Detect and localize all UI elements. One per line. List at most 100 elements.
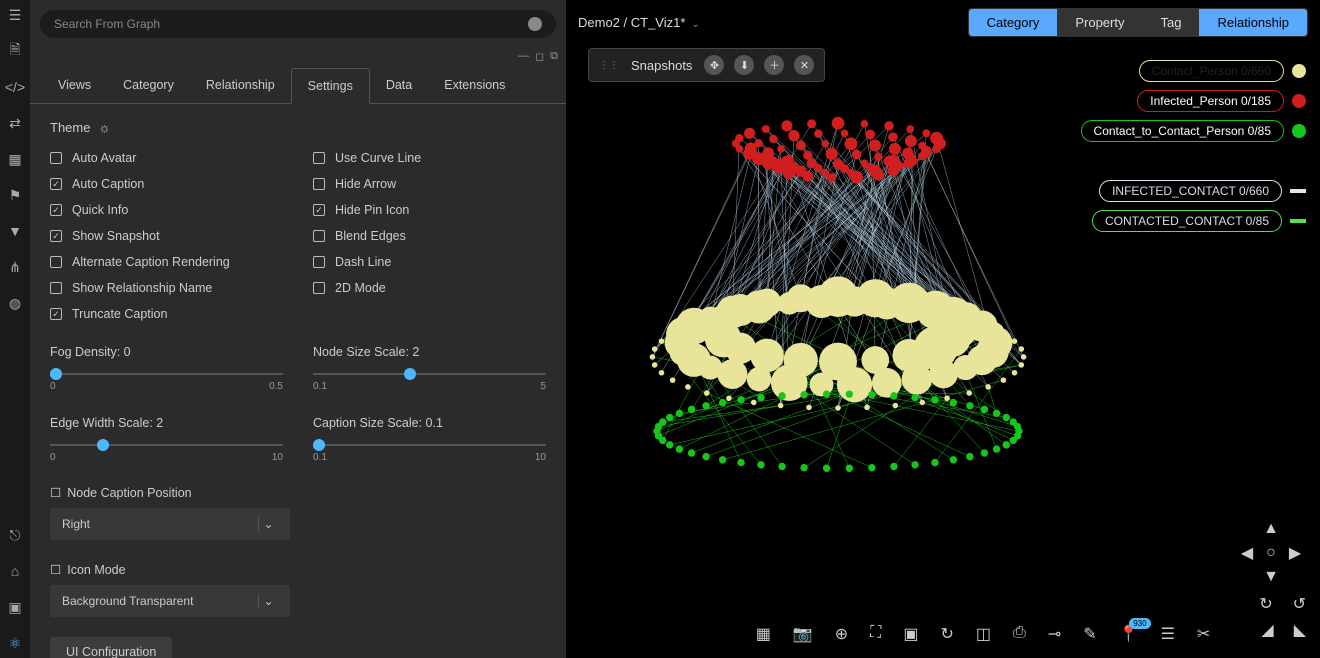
tab-data[interactable]: Data [370,68,428,103]
target-icon[interactable]: ⊕ [835,624,848,644]
checkbox-icon [313,230,325,242]
mode-tag[interactable]: Tag [1142,9,1199,36]
legend-node[interactable]: Contact_to_Contact_Person 0/85 [1081,120,1306,142]
graph-icon[interactable]: ⚛ [6,634,24,652]
left-icon-bar: ☰ 🗎 </> ⇄ ▦ ⚑ ▼ ⋔ ◍ ⎋ ⌂ ▣ ⚛ [0,0,30,658]
grid-icon[interactable]: ▦ [6,150,24,168]
apps-icon[interactable]: ▣ [6,598,24,616]
nav-center-icon[interactable]: ○ [1260,542,1282,564]
check-show-relationship-name[interactable]: Show Relationship Name [50,281,283,295]
check-2d-mode[interactable]: 2D Mode [313,281,546,295]
breadcrumb[interactable]: Demo2 / CT_Viz1*⌄ [578,15,700,30]
nav-down-icon[interactable]: ▼ [1260,566,1282,588]
check-truncate-caption[interactable]: Truncate Caption [50,307,283,321]
fit-icon[interactable]: ⛶ [870,624,881,644]
legend-node[interactable]: Contact_Person 0/660 [1139,60,1306,82]
filter-icon[interactable]: ▼ [6,222,24,240]
exit-icon[interactable]: ⎋ [6,526,24,544]
rotate-right-icon[interactable]: ↺ [1293,594,1306,614]
legend-dot-icon [1292,124,1306,138]
legend-edge[interactable]: CONTACTED_CONTACT 0/85 [1092,210,1306,232]
pin-icon[interactable]: 📍930 [1119,624,1139,644]
check-alternate-caption-rendering[interactable]: Alternate Caption Rendering [50,255,283,269]
chevron-down-icon: ⌄ [258,594,278,608]
nav-up-icon[interactable]: ▲ [1260,518,1282,540]
menu-icon[interactable]: ☰ [6,6,24,24]
node-size-slider[interactable] [313,373,546,375]
caption-size-slider-label: Caption Size Scale: 0.1 [313,416,546,430]
ui-configuration-button[interactable]: UI Configuration [50,637,172,658]
legend-dash-icon [1290,189,1306,193]
panel-tabs: Views Category Relationship Settings Dat… [30,68,566,104]
legend-dot-icon [1292,94,1306,108]
graph-visualization[interactable] [606,60,1070,524]
image-icon[interactable]: ▣ [903,624,918,644]
tab-relationship[interactable]: Relationship [190,68,291,103]
minimize-icon[interactable]: — [518,50,529,63]
edge-width-slider[interactable] [50,444,283,446]
check-auto-caption[interactable]: Auto Caption [50,177,283,191]
list-icon[interactable]: ☰ [1161,624,1175,644]
legend-edge[interactable]: INFECTED_CONTACT 0/660 [1099,180,1306,202]
check-auto-avatar[interactable]: Auto Avatar [50,151,283,165]
maximize-icon[interactable]: ⧉ [550,50,558,63]
tab-views[interactable]: Views [42,68,107,103]
select-tool-icon[interactable]: ▦ [756,624,771,644]
fog-slider[interactable] [50,373,283,375]
nav-right-icon[interactable]: ▶ [1284,542,1306,564]
caption-size-slider[interactable] [313,444,546,446]
mode-property[interactable]: Property [1057,9,1142,36]
cut-icon[interactable]: ✂ [1197,624,1210,644]
icon-mode-label: Icon Mode [67,563,125,577]
code-icon[interactable]: </> [6,78,24,96]
icon-mode-select[interactable]: Background Transparent ⌄ [50,585,290,617]
globe-icon[interactable]: ◍ [6,294,24,312]
legend-node[interactable]: Infected_Person 0/185 [1137,90,1306,112]
check-dash-line[interactable]: Dash Line [313,255,546,269]
checkbox-icon [50,152,62,164]
search-input[interactable]: Search From Graph ✕ [40,10,556,38]
brush-icon[interactable]: ✎ [1083,624,1096,644]
checkbox-icon [313,204,325,216]
checkbox-icon [50,230,62,242]
tab-settings[interactable]: Settings [291,68,370,104]
theme-gear-icon[interactable]: ☼ [98,120,110,135]
node-size-slider-label: Node Size Scale: 2 [313,345,546,359]
tab-extensions[interactable]: Extensions [428,68,521,103]
graph-canvas[interactable]: Demo2 / CT_Viz1*⌄ Category Property Tag … [566,0,1320,658]
checkbox-icon [50,282,62,294]
node-caption-position-label: Node Caption Position [67,486,191,500]
tab-category[interactable]: Category [107,68,190,103]
restore-icon[interactable]: ◻ [535,50,544,63]
nodes-icon[interactable]: ⋔ [6,258,24,276]
tilt-down-icon[interactable]: ◣ [1294,620,1306,640]
camera-icon[interactable]: 📷 [793,624,813,644]
refresh-icon[interactable]: ↻ [940,624,953,644]
mode-category[interactable]: Category [969,9,1058,36]
file-icon[interactable]: 🗎 [6,42,24,60]
rotate-left-icon[interactable]: ↻ [1259,594,1272,614]
tree-icon[interactable]: ⚑ [6,186,24,204]
check-blend-edges[interactable]: Blend Edges [313,229,546,243]
tilt-up-icon[interactable]: ◢ [1261,620,1273,640]
key-icon[interactable]: ⊸ [1048,624,1061,644]
checkbox-icon [50,204,62,216]
search-placeholder: Search From Graph [54,17,160,31]
home-icon[interactable]: ⌂ [6,562,24,580]
check-hide-arrow[interactable]: Hide Arrow [313,177,546,191]
check-hide-pin-icon[interactable]: Hide Pin Icon [313,203,546,217]
node-caption-position-select[interactable]: Right ⌄ [50,508,290,540]
checkbox-icon [50,256,62,268]
check-quick-info[interactable]: Quick Info [50,203,283,217]
check-show-snapshot[interactable]: Show Snapshot [50,229,283,243]
swap-icon[interactable]: ⇄ [6,114,24,132]
check-use-curve-line[interactable]: Use Curve Line [313,151,546,165]
legend-dot-icon [1292,64,1306,78]
mode-relationship[interactable]: Relationship [1199,9,1307,36]
settings-panel: Search From Graph ✕ — ◻ ⧉ Views Category… [30,0,566,658]
layer-icon[interactable]: ⎙ [1013,624,1026,644]
chevron-down-icon: ⌄ [691,19,699,30]
nav-left-icon[interactable]: ◀ [1236,542,1258,564]
cube-icon[interactable]: ◫ [976,624,991,644]
clear-search-icon[interactable]: ✕ [528,17,542,31]
